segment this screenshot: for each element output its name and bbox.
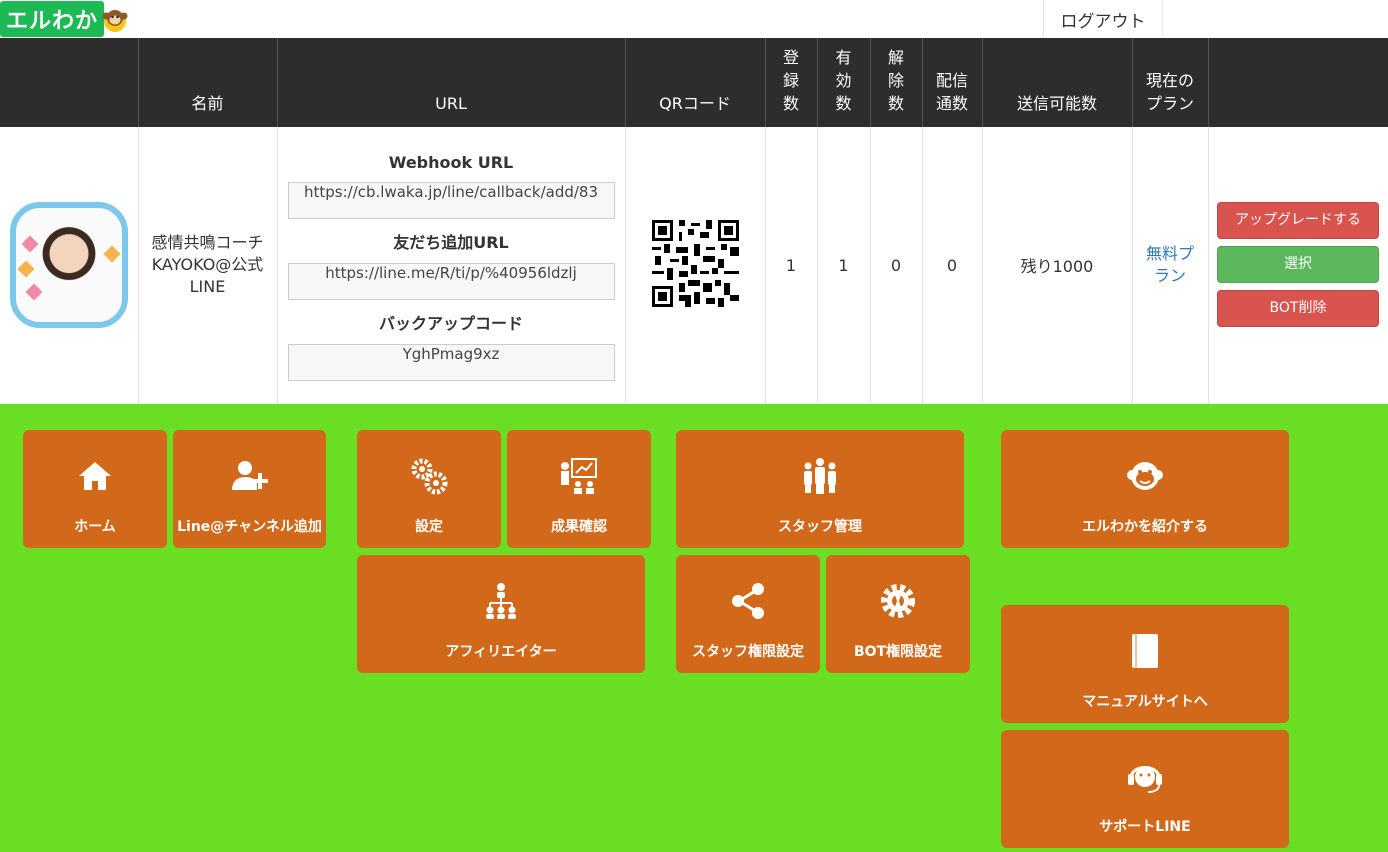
bot-name-line: KAYOKO@公式: [151, 255, 264, 275]
bot-table: 名前 URL QRコード 登録数 有効数 解除数 配信通数 送信可能数 現在のプ…: [0, 38, 1388, 405]
col-header-url: URL: [277, 38, 626, 127]
support-label: サポートLINE: [1099, 819, 1191, 835]
add-user-icon: [231, 461, 268, 490]
affiliator-tile[interactable]: アフィリエイター: [357, 555, 645, 673]
add-channel-tile[interactable]: Line@チャンネル追加: [173, 430, 326, 548]
support-tile[interactable]: サポートLINE: [1001, 730, 1289, 848]
actions-cell: アップグレードする 選択 BOT削除: [1208, 127, 1388, 405]
presentation-icon: [561, 458, 597, 494]
col-header-registered: 登録数: [765, 38, 818, 127]
col-header-plan: 現在のプラン: [1132, 38, 1209, 127]
backup-code-label: バックアップコード: [378, 314, 523, 334]
backup-code-field[interactable]: YghPmag9xz: [287, 344, 615, 382]
hierarchy-icon: [486, 583, 516, 619]
introduce-tile[interactable]: エルわかを紹介する: [1001, 430, 1289, 548]
bot-permissions-label: BOT権限設定: [853, 644, 943, 660]
col-header-qr: QRコード: [625, 38, 766, 127]
manual-tile[interactable]: マニュアルサイトへ: [1001, 605, 1289, 723]
qr-cell: [625, 127, 766, 405]
col-header-actions: [1208, 38, 1388, 127]
friend-url-label: 友だち追加URL: [393, 233, 509, 253]
top-bar: エルわか ログアウト: [0, 0, 1388, 38]
bot-avatar: [9, 202, 128, 329]
qr-code-image[interactable]: [651, 219, 739, 307]
plan-cell: 無料プラン: [1132, 127, 1209, 405]
bot-name-line: LINE: [189, 277, 226, 297]
staff-permissions-tile[interactable]: スタッフ権限設定: [676, 555, 820, 673]
col-header-name: 名前: [138, 38, 278, 127]
staff-group-icon: [804, 458, 836, 494]
headset-icon: [1128, 766, 1162, 793]
app-logo[interactable]: エルわか: [0, 1, 130, 37]
manual-label: マニュアルサイトへ: [1082, 694, 1208, 710]
monkey-logo-icon: [102, 10, 128, 32]
sendable-count: 残り1000: [982, 127, 1133, 405]
gear-wrench-icon: [881, 584, 915, 618]
home-icon: [79, 462, 111, 490]
avatar-cell: [0, 127, 139, 405]
staff-label: スタッフ管理: [778, 519, 862, 535]
home-tile[interactable]: ホーム: [23, 430, 167, 548]
table-row: 感情共鳴コーチ KAYOKO@公式 LINE Webhook URL https…: [0, 127, 1388, 405]
logout-button[interactable]: ログアウト: [1043, 0, 1163, 38]
deliveries-count: 0: [922, 127, 983, 405]
table-header-row: 名前 URL QRコード 登録数 有効数 解除数 配信通数 送信可能数 現在のプ…: [0, 38, 1388, 127]
bot-name-line: 感情共鳴コーチ: [151, 233, 264, 253]
col-header-valid: 有効数: [817, 38, 871, 127]
dashboard-page: エルわか ログアウト 名前 URL QRコード 登録数 有効数 解除数 配信通数…: [0, 0, 1388, 852]
webhook-url-field[interactable]: https://cb.lwaka.jp/line/callback/add/83: [287, 182, 615, 220]
col-header-sendable: 送信可能数: [982, 38, 1133, 127]
col-header-cancelled: 解除数: [870, 38, 923, 127]
valid-count: 1: [817, 127, 871, 405]
staff-tile[interactable]: スタッフ管理: [676, 430, 964, 548]
webhook-url-label: Webhook URL: [388, 153, 514, 173]
staff-permissions-label: スタッフ権限設定: [692, 644, 804, 660]
affiliator-label: アフィリエイター: [445, 644, 557, 660]
gears-icon: [411, 458, 448, 495]
settings-tile[interactable]: 設定: [357, 430, 501, 548]
upgrade-button[interactable]: アップグレードする: [1217, 202, 1379, 240]
bot-permissions-tile[interactable]: BOT権限設定: [826, 555, 970, 673]
col-header-avatar: [0, 38, 139, 127]
bot-name-cell: 感情共鳴コーチ KAYOKO@公式 LINE: [138, 127, 278, 405]
friend-url-field[interactable]: https://line.me/R/ti/p/%40956ldzlj: [287, 263, 615, 301]
share-icon: [732, 583, 764, 619]
url-cell: Webhook URL https://cb.lwaka.jp/line/cal…: [277, 127, 626, 405]
results-label: 成果確認: [551, 519, 607, 535]
menu-area: ホーム Line@チャンネル追加 設定 成果確認 スタッフ管理 エルわかを紹介す…: [0, 404, 1388, 852]
cancelled-count: 0: [870, 127, 923, 405]
home-label: ホーム: [74, 519, 116, 535]
plan-link[interactable]: 無料プラン: [1145, 243, 1195, 287]
select-button[interactable]: 選択: [1217, 246, 1379, 284]
registered-count: 1: [765, 127, 818, 405]
monkey-icon: [1127, 462, 1163, 490]
delete-bot-button[interactable]: BOT削除: [1217, 290, 1379, 328]
col-header-deliveries: 配信通数: [922, 38, 983, 127]
introduce-label: エルわかを紹介する: [1082, 519, 1208, 535]
results-tile[interactable]: 成果確認: [507, 430, 651, 548]
logo-text: エルわか: [0, 1, 105, 37]
book-icon: [1132, 634, 1158, 668]
add-channel-label: Line@チャンネル追加: [177, 519, 322, 535]
settings-label: 設定: [415, 519, 443, 535]
